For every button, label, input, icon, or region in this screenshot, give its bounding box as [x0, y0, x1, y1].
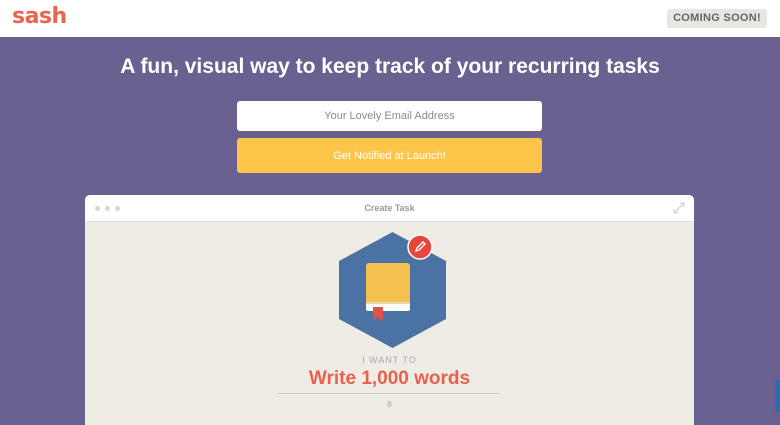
top-bar: sash COMING SOON! [0, 0, 780, 37]
window-title: Create Task [364, 203, 415, 213]
email-input[interactable] [237, 101, 542, 131]
task-name[interactable]: Write 1,000 words [85, 368, 694, 390]
hero-headline: A fun, visual way to keep track of your … [120, 55, 660, 78]
side-tab[interactable] [775, 380, 780, 412]
task-name-underline [278, 393, 500, 394]
character-count: 8 [387, 400, 392, 409]
create-task-window: Create Task I WANT TO Write 1,000 words … [85, 195, 694, 425]
notify-button[interactable]: Get Notified at Launch! [237, 138, 542, 173]
pencil-icon[interactable] [407, 234, 433, 260]
window-titlebar: Create Task [85, 195, 694, 222]
i-want-to-label: I WANT TO [362, 355, 417, 365]
coming-soon-badge: COMING SOON! [667, 9, 767, 28]
sash-logo[interactable]: sash [12, 4, 67, 29]
expand-icon[interactable] [672, 201, 686, 215]
